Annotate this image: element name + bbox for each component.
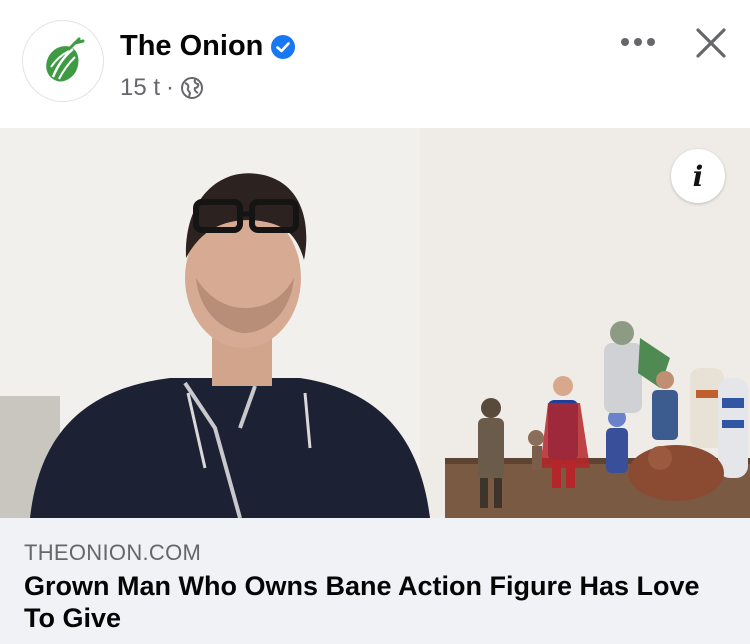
page-name[interactable]: The Onion (120, 30, 263, 63)
more-options-icon (621, 38, 655, 46)
more-options-button[interactable] (614, 22, 662, 62)
link-headline[interactable]: Grown Man Who Owns Bane Action Figure Ha… (24, 570, 729, 634)
close-button[interactable] (688, 20, 734, 66)
link-preview-footer[interactable]: THEONION.COM Grown Man Who Owns Bane Act… (0, 518, 750, 644)
meta-separator: · (166, 74, 175, 101)
image-info-button[interactable]: i (671, 149, 725, 203)
info-icon: i (692, 159, 704, 193)
verified-badge-icon (271, 34, 296, 59)
post-header: The Onion 15 t · (0, 0, 750, 128)
link-preview-image[interactable] (0, 128, 750, 518)
link-domain: THEONION.COM (24, 540, 202, 565)
page-name-row: The Onion (120, 30, 296, 63)
globe-icon (181, 77, 204, 99)
article-photo (0, 128, 750, 518)
post-meta: 15 t · (120, 74, 204, 102)
close-icon (696, 28, 726, 58)
timestamp[interactable]: 15 t (120, 74, 160, 102)
page-avatar[interactable] (22, 20, 104, 102)
onion-logo-icon (46, 37, 85, 82)
